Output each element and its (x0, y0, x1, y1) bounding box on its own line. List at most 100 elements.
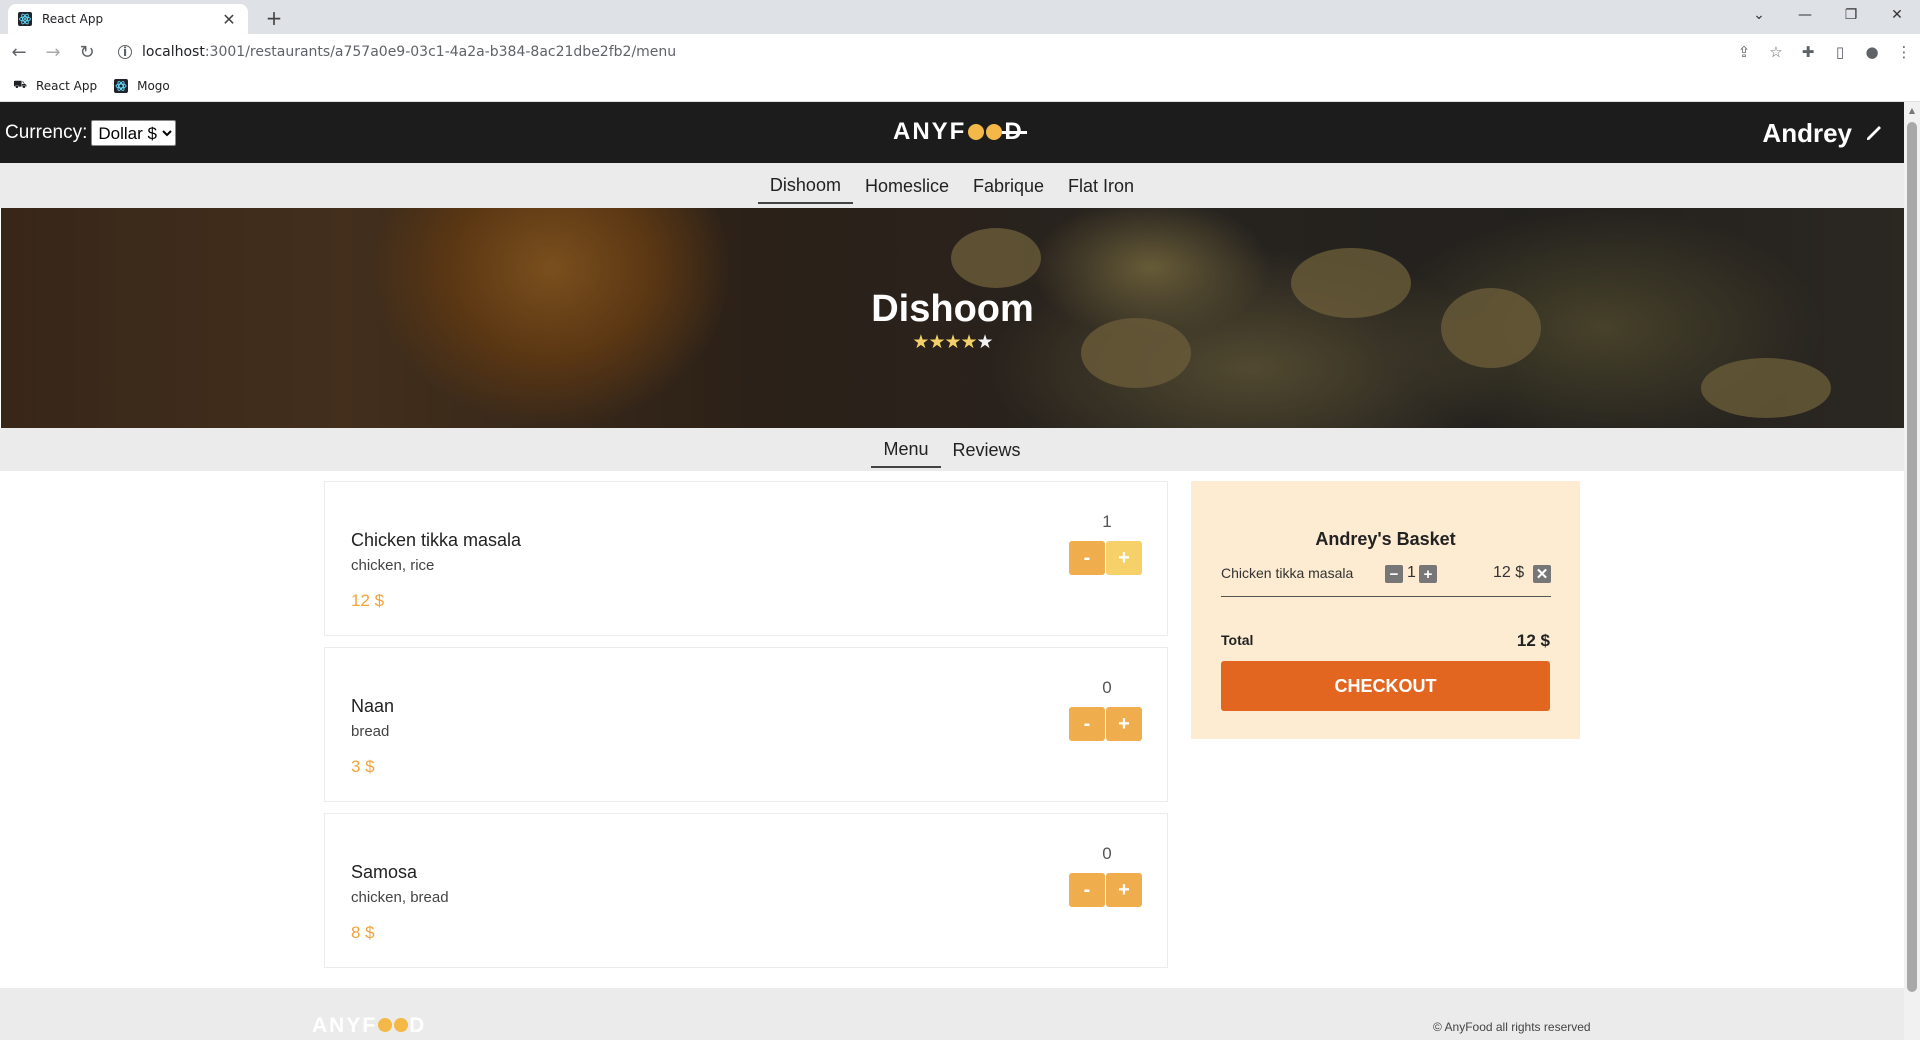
menu-item-card: Naan bread 3 $ 0 - + (324, 647, 1168, 802)
browser-tab[interactable]: React App ✕ (8, 4, 248, 34)
copyright-text: © AnyFood all rights reserved (1433, 1020, 1591, 1034)
currency-label: Currency: (5, 122, 88, 143)
decrease-button[interactable]: - (1069, 707, 1105, 741)
window-controls: ⌄ — ❐ ✕ (1736, 0, 1920, 34)
dish-quantity: 0 (1102, 844, 1112, 863)
browser-toolbar: ← → ↻ i localhost:3001/restaurants/a757a… (0, 34, 1920, 70)
reload-icon[interactable]: ↻ (72, 37, 102, 67)
menu-item-card: Chicken tikka masala chicken, rice 12 $ … (324, 481, 1168, 636)
currency-select[interactable]: Dollar $ (91, 120, 177, 146)
increase-button[interactable]: + (1106, 707, 1142, 741)
bookmark-mogo[interactable]: Mogo (113, 78, 170, 94)
basket-title: Andrey's Basket (1315, 529, 1456, 549)
logo-circles-icon (967, 124, 1003, 140)
footer-logo-suffix: D (409, 1014, 427, 1037)
menu-item-card: Samosa chicken, bread 8 $ 0 - + (324, 813, 1168, 968)
restaurant-tab-flat-iron[interactable]: Flat Iron (1056, 168, 1146, 203)
decrease-button[interactable]: - (1069, 541, 1105, 575)
dish-price: 3 $ (351, 757, 375, 776)
toolbar-icons: ⇪ ☆ ✚ ▯ ● ⋮ (1728, 38, 1920, 66)
mogo-bookmark-icon (113, 78, 129, 94)
restaurant-hero-banner: Dishoom ★★★★★ (1, 208, 1904, 428)
browser-tabstrip: React App ✕ + ⌄ — ❐ ✕ (0, 0, 1920, 34)
currency-picker: Currency: Dollar $ (5, 120, 177, 146)
page-scrollbar[interactable]: ▲ (1904, 102, 1920, 1040)
basket-item-price: 12 $ (1493, 564, 1525, 581)
tab-menu[interactable]: Menu (871, 431, 941, 468)
dish-name: Chicken tikka masala (351, 530, 522, 550)
bookmark-star-icon[interactable]: ☆ (1760, 38, 1792, 66)
dish-price: 12 $ (351, 591, 385, 610)
remove-item-icon[interactable]: ✕ (1533, 565, 1551, 583)
bookmarks-bar: ⛟ React App Mogo (0, 70, 1920, 102)
profile-icon[interactable]: ● (1856, 38, 1888, 66)
dish-ingredients: chicken, bread (351, 889, 449, 906)
scroll-up-icon[interactable]: ▲ (1904, 102, 1920, 118)
section-tabs: Menu Reviews (0, 428, 1904, 471)
dish-ingredients: chicken, rice (351, 557, 435, 574)
increase-button[interactable]: + (1106, 873, 1142, 907)
star-full-icons: ★★★★ (912, 331, 977, 353)
basket-item-name: Chicken tikka masala (1221, 565, 1354, 581)
anyfood-logo[interactable]: ANYF D (893, 118, 1028, 146)
basket-item-qty: 1 (1407, 564, 1416, 581)
rating-stars: ★★★★★ (1, 331, 1904, 353)
total-value: 12 $ (1516, 631, 1550, 650)
close-window-icon[interactable]: ✕ (1874, 0, 1920, 30)
total-label: Total (1221, 632, 1254, 648)
scrollbar-thumb[interactable] (1907, 122, 1917, 992)
basket-panel: Andrey's Basket Chicken tikka masala − 1… (1191, 481, 1580, 739)
restaurant-tab-dishoom[interactable]: Dishoom (757, 167, 853, 204)
tab-reviews[interactable]: Reviews (941, 432, 1033, 467)
tab-search-icon[interactable]: ⌄ (1736, 0, 1782, 30)
basket-minus-icon[interactable]: − (1385, 565, 1403, 583)
basket-divider (1221, 596, 1551, 597)
user-name: Andrey (1762, 118, 1852, 148)
bookmark-label: Mogo (137, 78, 170, 93)
dish-quantity: 0 (1102, 678, 1112, 697)
bookmark-label: React App (36, 78, 98, 93)
logo-text-suffix: D (1002, 118, 1028, 145)
forward-icon[interactable]: → (38, 37, 68, 67)
edit-pencil-icon[interactable] (1864, 121, 1884, 147)
restaurants-nav: Dishoom Homeslice Fabrique Flat Iron (0, 163, 1904, 208)
react-bookmark-icon: ⛟ (13, 78, 27, 91)
dish-name: Samosa (351, 862, 418, 882)
share-icon[interactable]: ⇪ (1728, 38, 1760, 66)
tab-title: React App (42, 12, 104, 26)
minimize-icon[interactable]: — (1782, 0, 1828, 30)
footer-logo[interactable]: ANYF D (312, 1014, 426, 1038)
react-icon (18, 12, 32, 26)
basket-plus-icon[interactable]: + (1419, 565, 1437, 583)
site-info-icon[interactable]: i (118, 45, 132, 59)
restaurant-tab-fabrique[interactable]: Fabrique (961, 168, 1056, 203)
url-path: :3001/restaurants/a757a0e9-03c1-4a2a-b38… (204, 44, 677, 60)
extensions-icon[interactable]: ✚ (1792, 38, 1824, 66)
new-tab-icon[interactable]: + (262, 6, 286, 30)
dish-price: 8 $ (351, 923, 375, 942)
side-panel-icon[interactable]: ▯ (1824, 38, 1856, 66)
footer-logo-prefix: ANYF (312, 1014, 378, 1037)
user-profile[interactable]: Andrey (1762, 118, 1884, 149)
back-icon[interactable]: ← (4, 37, 34, 67)
site-footer: ANYF D © AnyFood all rights reserved (0, 988, 1904, 1040)
restore-icon[interactable]: ❐ (1828, 0, 1874, 30)
restaurant-tab-homeslice[interactable]: Homeslice (853, 168, 961, 203)
bookmark-react-app[interactable]: ⛟ React App (12, 78, 97, 94)
dish-ingredients: bread (351, 723, 390, 740)
close-tab-icon[interactable]: ✕ (220, 10, 238, 29)
basket-item-row: Chicken tikka masala − 1 + 12 $ ✕ (1221, 563, 1551, 585)
site-header: Currency: Dollar $ ANYF D Andrey (0, 102, 1904, 163)
decrease-button[interactable]: - (1069, 873, 1105, 907)
address-bar[interactable]: i localhost:3001/restaurants/a757a0e9-03… (110, 38, 1790, 66)
star-empty-icon: ★ (976, 331, 994, 353)
logo-circles-icon (377, 1014, 409, 1038)
increase-button[interactable]: + (1106, 541, 1142, 575)
menu-kebab-icon[interactable]: ⋮ (1888, 38, 1920, 66)
url-host: localhost (142, 44, 205, 60)
checkout-button[interactable]: CHECKOUT (1221, 661, 1550, 711)
restaurant-title: Dishoom (871, 288, 1034, 330)
logo-text-prefix: ANYF (893, 118, 967, 145)
page: Currency: Dollar $ ANYF D Andrey Dishoom… (0, 102, 1904, 1040)
dish-name: Naan (351, 696, 395, 716)
